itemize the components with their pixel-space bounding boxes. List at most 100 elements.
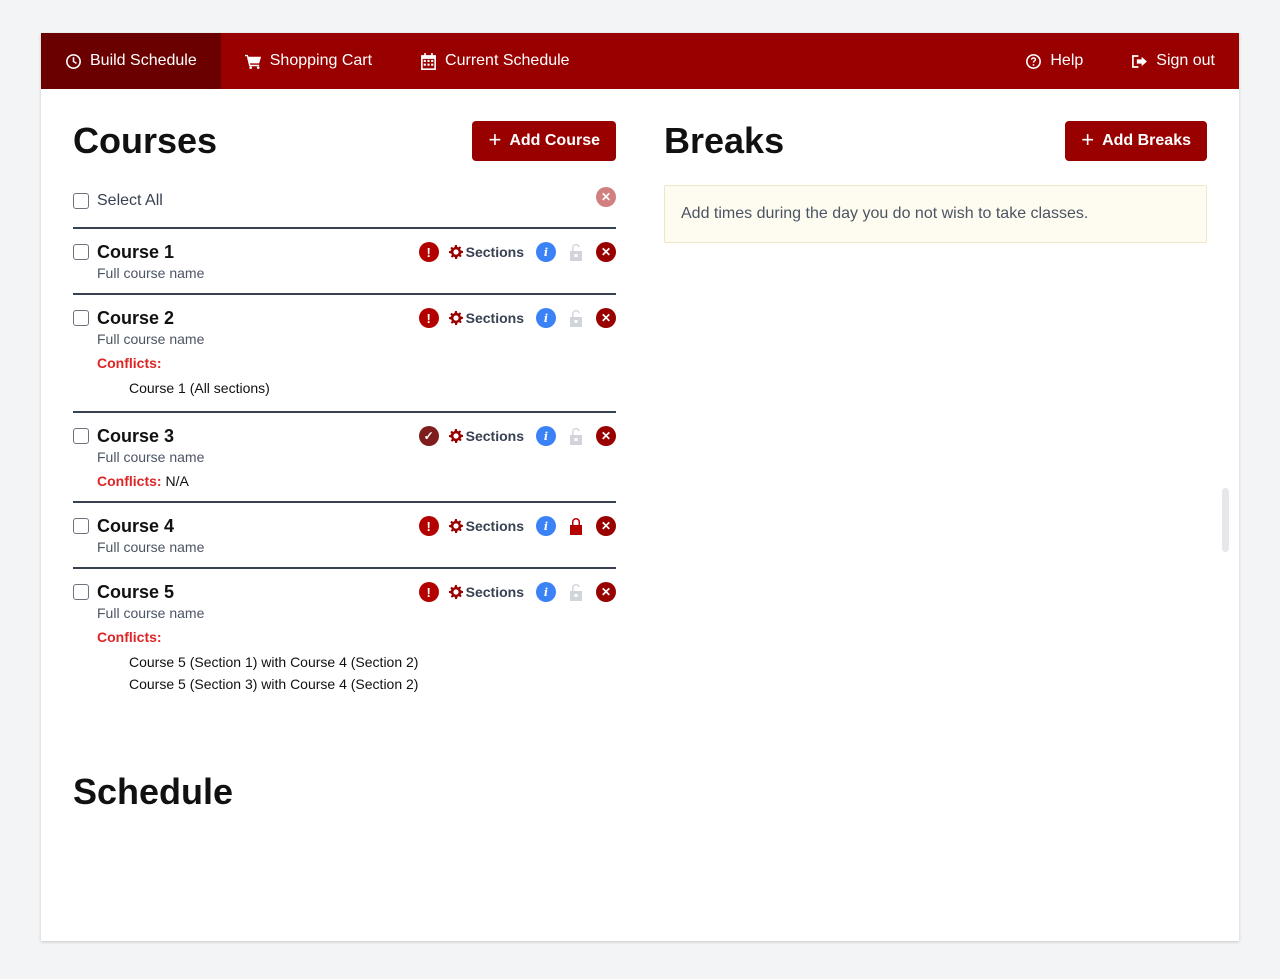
course-title: Course 2 — [97, 307, 175, 328]
scrollbar-thumb[interactable] — [1222, 488, 1229, 552]
course-checkbox[interactable] — [73, 244, 89, 260]
course-full-name: Full course name — [97, 331, 205, 347]
sign-out-icon — [1132, 54, 1148, 68]
course-full-name: Full course name — [97, 265, 205, 281]
info-icon[interactable]: i — [536, 242, 556, 262]
conflicts-value: N/A — [165, 473, 189, 489]
nav-shopping-cart[interactable]: Shopping Cart — [221, 33, 396, 89]
remove-icon[interactable]: ✕ — [596, 582, 616, 602]
nav-current-schedule-label: Current Schedule — [445, 52, 570, 69]
nav-sign-out[interactable]: Sign out — [1107, 33, 1239, 89]
check-icon[interactable]: ✓ — [418, 426, 439, 446]
plus-icon: + — [488, 127, 502, 152]
nav-shopping-cart-label: Shopping Cart — [269, 52, 373, 69]
nav-help[interactable]: Help — [1001, 33, 1107, 89]
alert-icon[interactable]: ! — [418, 582, 439, 602]
course-title: Course 4 — [97, 515, 175, 536]
course-item: Course 4 Full course name ! Sections i ✕ — [73, 503, 616, 569]
courses-title: Courses — [73, 120, 218, 161]
calendar-icon — [421, 52, 436, 70]
remove-icon[interactable]: ✕ — [596, 242, 616, 262]
conflicts: Conflicts: N/A — [97, 473, 616, 489]
course-title: Course 1 — [97, 241, 175, 262]
remove-icon[interactable]: ✕ — [596, 308, 616, 328]
conflicts: Conflicts: — [97, 355, 616, 371]
courses-header: Courses + Add Course — [73, 121, 616, 161]
nav-help-label: Help — [1050, 52, 1084, 69]
course-checkbox[interactable] — [73, 428, 89, 444]
add-breaks-label: Add Breaks — [1102, 132, 1191, 149]
gear-icon — [448, 585, 463, 599]
course-title: Course 5 — [97, 581, 175, 602]
select-all-checkbox[interactable] — [73, 193, 89, 209]
courses-section: Courses + Add Course Select All ✕ Course… — [73, 121, 616, 707]
gear-icon — [448, 311, 463, 325]
add-course-button[interactable]: + Add Course — [472, 121, 616, 161]
sections-label: Sections — [465, 244, 524, 260]
sections-button[interactable]: Sections — [448, 428, 524, 444]
conflicts-label: Conflicts: — [97, 629, 162, 645]
info-icon[interactable]: i — [536, 582, 556, 602]
info-icon[interactable]: i — [536, 516, 556, 536]
conflicts-list: Course 1 (All sections) — [129, 377, 616, 399]
course-actions: ! Sections i ✕ — [418, 241, 616, 263]
add-breaks-button[interactable]: + Add Breaks — [1065, 121, 1207, 161]
nav-build-schedule-label: Build Schedule — [90, 52, 197, 69]
cart-icon — [244, 54, 261, 69]
plus-icon: + — [1081, 127, 1095, 152]
gear-icon — [448, 429, 463, 443]
sections-label: Sections — [465, 518, 524, 534]
course-actions: ✓ Sections i ✕ — [418, 425, 616, 447]
conflict-item: Course 5 (Section 1) with Course 4 (Sect… — [129, 654, 419, 670]
add-course-label: Add Course — [509, 132, 600, 149]
course-item: Course 3 Full course name Conflicts: N/A… — [73, 413, 616, 503]
conflict-item: Course 1 (All sections) — [129, 380, 270, 396]
conflicts-label: Conflicts: — [97, 355, 162, 371]
nav-sign-out-label: Sign out — [1156, 52, 1215, 69]
unlock-icon[interactable] — [566, 242, 586, 262]
course-checkbox[interactable] — [73, 584, 89, 600]
course-checkbox[interactable] — [73, 518, 89, 534]
sections-label: Sections — [465, 584, 524, 600]
select-all-row: Select All ✕ — [73, 185, 616, 229]
gear-icon — [448, 519, 463, 533]
sections-button[interactable]: Sections — [448, 244, 524, 260]
gear-icon — [448, 245, 463, 259]
unlock-icon[interactable] — [566, 426, 586, 446]
course-item: Course 2 Full course name Conflicts: Cou… — [73, 295, 616, 413]
schedule-title: Schedule — [73, 771, 234, 812]
help-icon — [1026, 53, 1042, 69]
clock-icon — [66, 53, 81, 69]
top-nav: Build Schedule Shopping Cart Current Sch… — [41, 33, 1239, 89]
alert-icon[interactable]: ! — [418, 242, 439, 262]
alert-icon[interactable]: ! — [418, 516, 439, 536]
course-item: Course 1 Full course name ! Sections i ✕ — [73, 229, 616, 295]
sections-label: Sections — [465, 428, 524, 444]
info-icon[interactable]: i — [536, 426, 556, 446]
course-item: Course 5 Full course name Conflicts: Cou… — [73, 569, 616, 707]
breaks-header: Breaks + Add Breaks — [664, 121, 1207, 161]
course-actions: ! Sections i ✕ — [418, 581, 616, 603]
remove-icon[interactable]: ✕ — [596, 426, 616, 446]
select-all-label: Select All — [97, 192, 163, 209]
nav-current-schedule[interactable]: Current Schedule — [396, 33, 594, 89]
info-icon[interactable]: i — [536, 308, 556, 328]
lock-icon[interactable] — [566, 516, 586, 536]
breaks-note: Add times during the day you do not wish… — [664, 185, 1207, 243]
nav-build-schedule[interactable]: Build Schedule — [41, 33, 221, 89]
course-actions: ! Sections i ✕ — [418, 515, 616, 537]
course-checkbox[interactable] — [73, 310, 89, 326]
unlock-icon[interactable] — [566, 308, 586, 328]
course-title: Course 3 — [97, 425, 175, 446]
sections-button[interactable]: Sections — [448, 518, 524, 534]
sections-button[interactable]: Sections — [448, 584, 524, 600]
clear-all-icon[interactable]: ✕ — [596, 187, 616, 207]
sections-button[interactable]: Sections — [448, 310, 524, 326]
remove-icon[interactable]: ✕ — [596, 516, 616, 536]
unlock-icon[interactable] — [566, 582, 586, 602]
breaks-title: Breaks — [664, 120, 785, 161]
conflicts-list: Course 5 (Section 1) with Course 4 (Sect… — [129, 651, 616, 695]
alert-icon[interactable]: ! — [418, 308, 439, 328]
breaks-section: Breaks + Add Breaks Add times during the… — [664, 121, 1207, 243]
